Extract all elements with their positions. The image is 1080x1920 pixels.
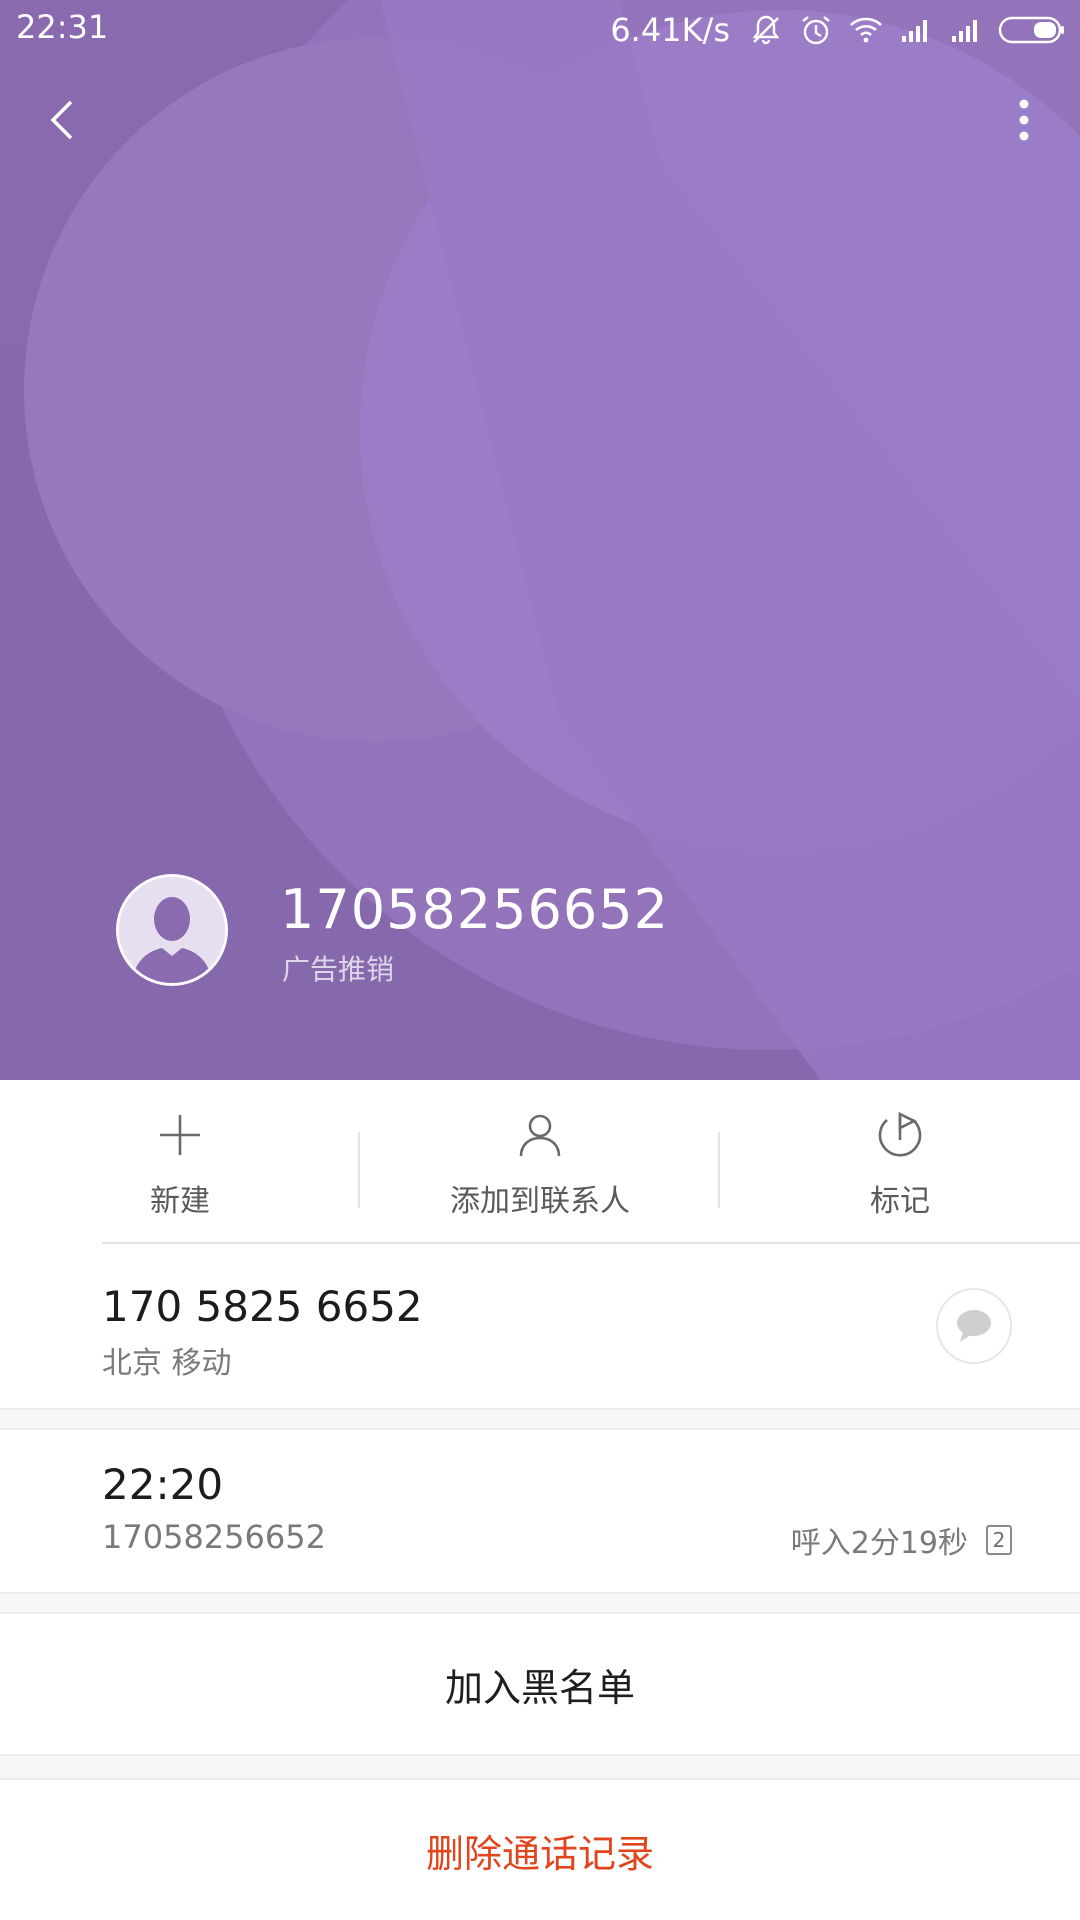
- chevron-left-icon: [50, 100, 73, 140]
- back-button[interactable]: [32, 90, 92, 150]
- action-row: 新建 添加到联系人 标记: [0, 1080, 1080, 1242]
- section-gap: [0, 1754, 1080, 1780]
- person-icon: [519, 1114, 561, 1157]
- message-button[interactable]: [936, 1288, 1012, 1364]
- sim-badge: 2: [986, 1525, 1012, 1555]
- bell-muted-icon: [752, 15, 780, 45]
- message-bubble-icon: [957, 1310, 991, 1342]
- number-location: 北京 移动: [102, 1346, 232, 1381]
- signal-icon: [952, 20, 977, 42]
- mark-label: 标记: [870, 1184, 930, 1219]
- contact-number: 17058256652: [280, 878, 669, 941]
- more-options-button[interactable]: [1004, 90, 1044, 150]
- add-to-contacts-label: 添加到联系人: [450, 1184, 630, 1219]
- person-silhouette-icon: [119, 877, 225, 983]
- call-detail: 呼入2分19秒 2: [791, 1518, 1012, 1562]
- network-speed: 6.41K/s: [610, 11, 730, 49]
- status-right-group: 6.41K/s: [610, 8, 1066, 52]
- more-vertical-icon: [1019, 99, 1029, 141]
- new-contact-button[interactable]: 新建: [0, 1080, 360, 1242]
- battery-icon: [998, 16, 1064, 44]
- delete-call-log-button[interactable]: 删除通话记录: [0, 1780, 1080, 1920]
- call-number: 17058256652: [102, 1518, 326, 1556]
- status-time: 22:31: [16, 8, 109, 46]
- wifi-icon: [850, 17, 882, 43]
- alarm-icon: [802, 16, 830, 45]
- section-gap: [0, 1408, 1080, 1430]
- contact-header: 22:31 6.41K/s 17058256652 广告推销: [0, 0, 1080, 1080]
- number-info-row[interactable]: 170 5825 6652 北京 移动: [0, 1244, 1080, 1408]
- signal-icon: [902, 20, 927, 42]
- section-gap: [0, 1592, 1080, 1614]
- add-to-contacts-button[interactable]: 添加到联系人: [360, 1080, 720, 1242]
- new-contact-label: 新建: [150, 1184, 210, 1219]
- status-bar: 22:31 6.41K/s: [0, 0, 1080, 60]
- call-time: 22:20: [102, 1460, 224, 1509]
- call-log-entry[interactable]: 22:20 17058256652 呼入2分19秒 2: [0, 1430, 1080, 1592]
- contact-tag: 广告推销: [282, 953, 395, 986]
- call-duration: 呼入2分19秒: [790, 1526, 968, 1561]
- add-to-blacklist-button[interactable]: 加入黑名单: [0, 1614, 1080, 1754]
- formatted-number: 170 5825 6652: [102, 1282, 423, 1331]
- mark-button[interactable]: 标记: [720, 1080, 1080, 1242]
- plus-icon: [160, 1115, 200, 1155]
- avatar[interactable]: [116, 874, 228, 986]
- flag-icon: [878, 1111, 922, 1157]
